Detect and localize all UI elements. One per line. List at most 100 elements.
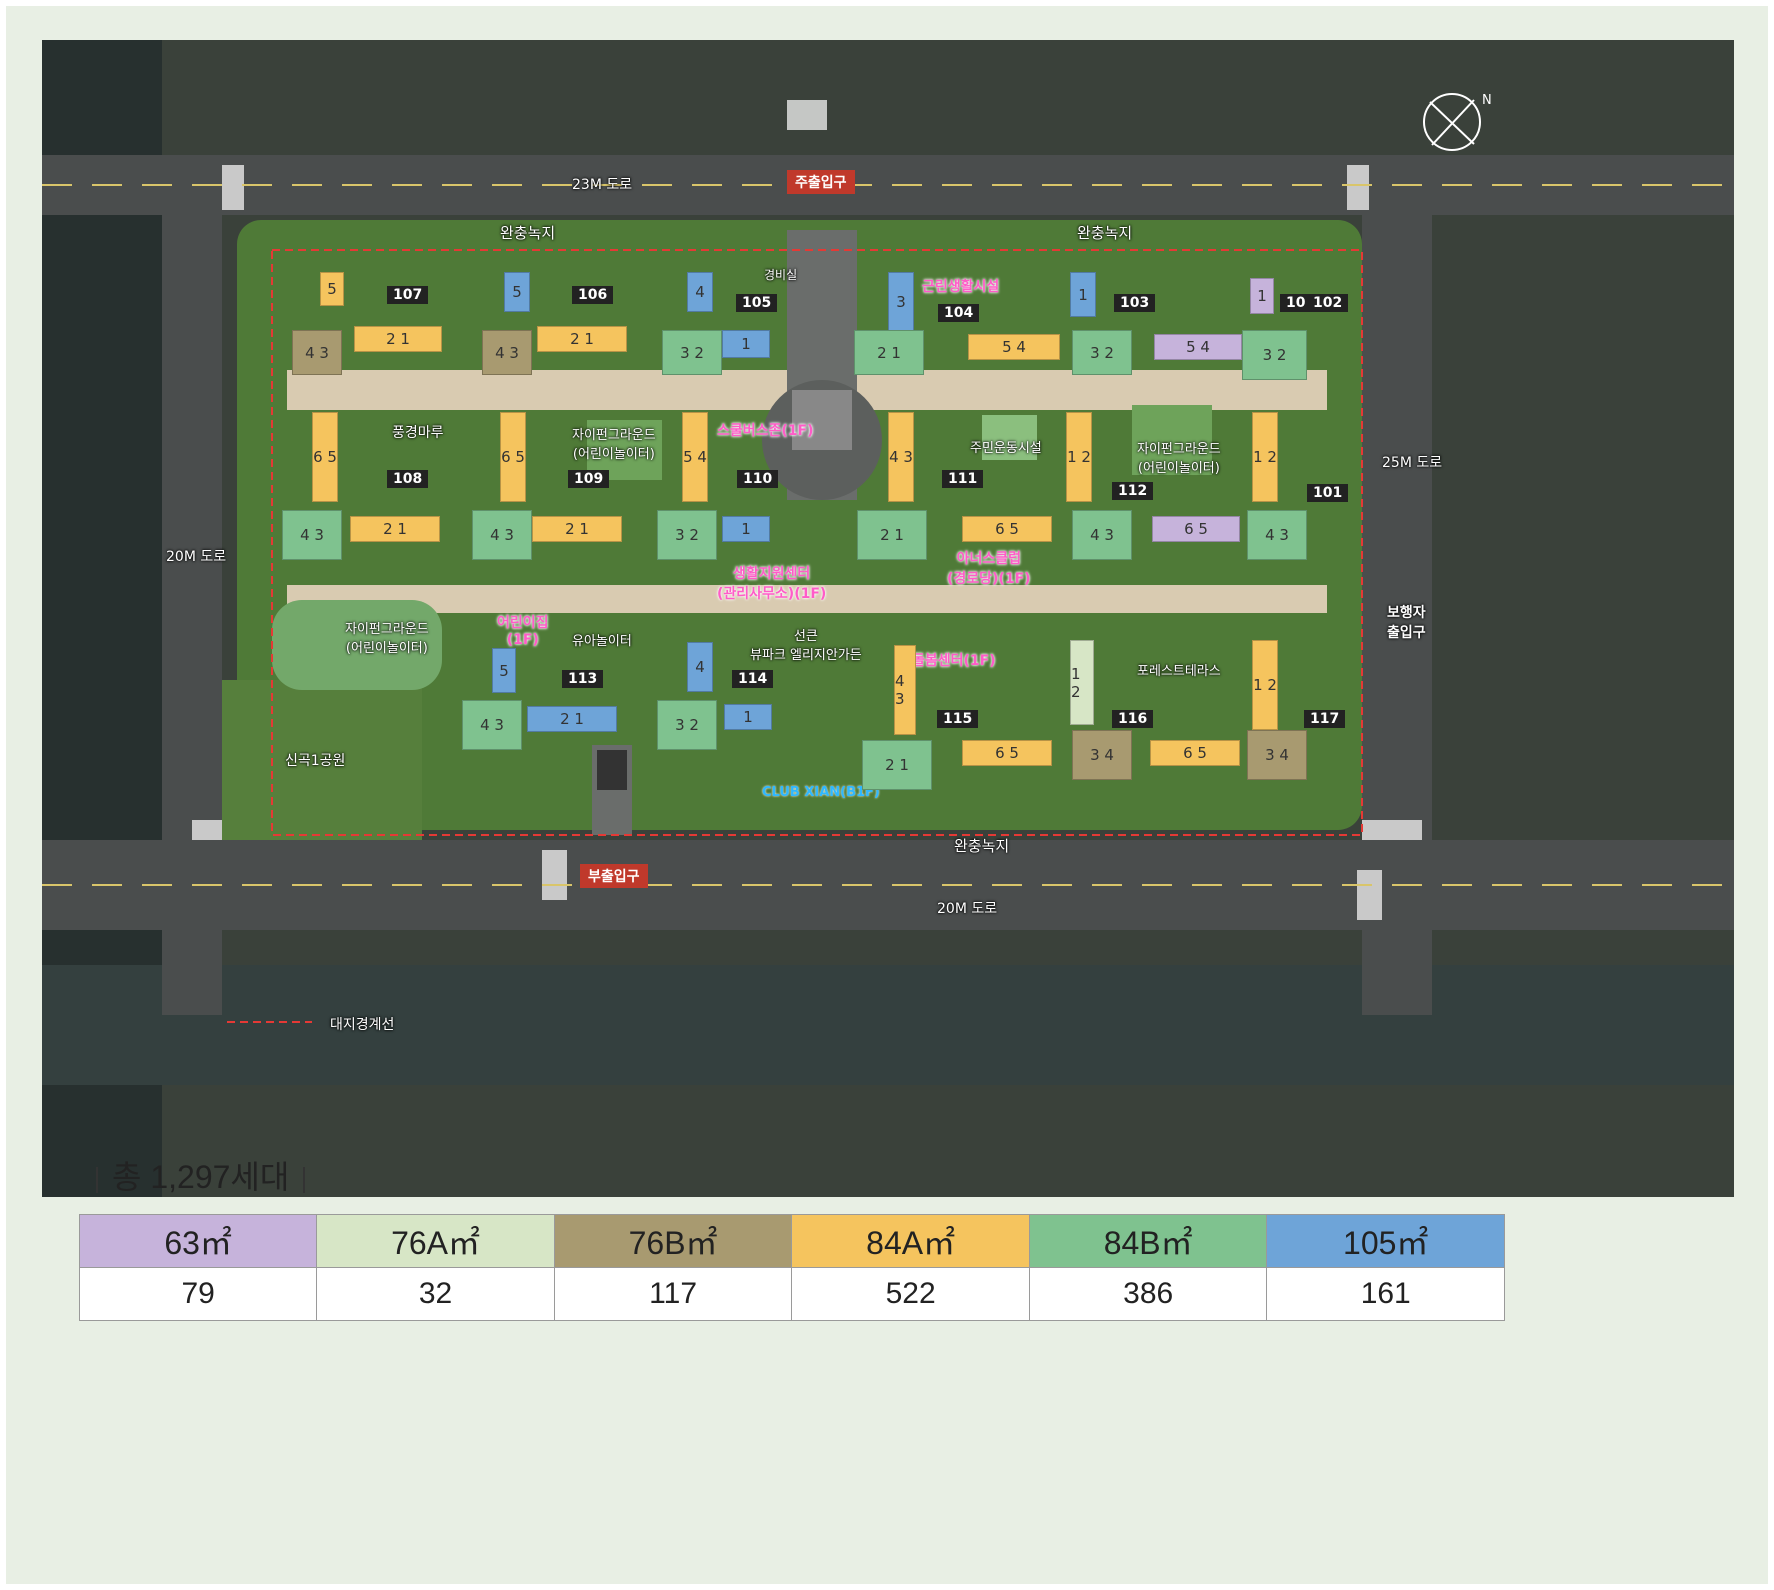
road-label-east: 25M 도로 xyxy=(1382,455,1443,471)
total-households: 총 1,297세대 xyxy=(82,1152,319,1198)
unit-type-header-row: 63㎡ 76A㎡ 76B㎡ 84A㎡ 84B㎡ 105㎡ xyxy=(78,1214,1505,1268)
unit-type-header: 84A㎡ xyxy=(791,1214,1030,1268)
building-number: 106 xyxy=(572,286,614,304)
building-number: 114 xyxy=(732,670,774,688)
building-number: 108 xyxy=(387,470,429,488)
unit-block: 5 4 xyxy=(968,334,1060,360)
unit-type-header: 84B㎡ xyxy=(1028,1214,1268,1268)
sub-entrance-label: 부출입구 xyxy=(580,864,648,888)
unit-block: 2 1 xyxy=(527,706,617,732)
unit-block: 2 1 xyxy=(537,326,627,352)
unit-block: 1 xyxy=(1070,272,1096,317)
daycare-label: 어린이집 (1F) xyxy=(497,615,549,648)
unit-count-row: 79 32 117 522 386 161 xyxy=(78,1267,1505,1321)
unit-block: 4 3 xyxy=(1247,510,1307,560)
road-label-north: 23M 도로 xyxy=(572,177,633,193)
divider xyxy=(303,1166,306,1193)
building-number: 109 xyxy=(568,470,610,488)
unit-block: 1 xyxy=(722,330,770,358)
unit-block: 6 5 xyxy=(500,412,526,502)
unit-block: 1 2 xyxy=(1252,412,1278,502)
unit-block: 1 xyxy=(724,704,772,730)
building-number: 102 xyxy=(1307,294,1349,312)
building-number: 103 xyxy=(1114,294,1156,312)
unit-type-header: 76A㎡ xyxy=(316,1214,555,1268)
buffer-green-label: 완충녹지 xyxy=(954,837,1010,855)
building-number: 105 xyxy=(736,294,778,312)
unit-type-header: 63㎡ xyxy=(78,1214,318,1268)
unit-block: 4 3 xyxy=(1072,510,1132,560)
forest-terrace-label: 포레스트테라스 xyxy=(1137,664,1221,679)
unit-block: 2 1 xyxy=(854,330,924,375)
toddler-playground-label: 유아놀이터 xyxy=(572,634,632,649)
total-text: 총 1,297세대 xyxy=(112,1159,290,1195)
unit-type-header: 105㎡ xyxy=(1266,1214,1505,1268)
unit-block: 1 2 xyxy=(1252,640,1278,730)
unit-block: 3 xyxy=(888,272,914,332)
unit-block: 4 xyxy=(687,642,713,692)
map-ground: N xyxy=(42,40,1734,1197)
unit-type-table: 63㎡ 76A㎡ 76B㎡ 84A㎡ 84B㎡ 105㎡ 79 32 117 5… xyxy=(78,1214,1505,1321)
unit-block: 2 1 xyxy=(857,510,927,560)
building-number: 101 xyxy=(1307,484,1349,502)
unit-block: 3 2 xyxy=(1242,330,1307,380)
unit-block: 4 3 xyxy=(482,330,532,375)
buffer-green-label: 완충녹지 xyxy=(500,224,556,242)
unit-block: 3 2 xyxy=(657,700,717,750)
building-number: 113 xyxy=(562,670,604,688)
unit-block: 1 xyxy=(1250,278,1274,314)
unit-block: 2 1 xyxy=(532,516,622,542)
unit-block: 3 4 xyxy=(1247,730,1307,780)
main-entrance-label: 주출입구 xyxy=(787,170,855,194)
unit-block: 5 4 xyxy=(1154,334,1242,360)
building-number: 112 xyxy=(1112,482,1154,500)
unit-block: 4 3 xyxy=(888,412,914,502)
playground-label: 자이펀그라운드 (어린이놀이터) xyxy=(1137,442,1221,476)
unit-block: 6 5 xyxy=(1150,740,1240,766)
divider xyxy=(96,1166,98,1193)
unit-block: 4 3 xyxy=(472,510,532,560)
unit-block: 1 2 xyxy=(1066,412,1092,502)
boundary-legend-label: 대지경계선 xyxy=(330,1017,395,1033)
unit-block: 5 4 xyxy=(682,412,708,502)
page-background: N 23M 도로 20M 도로 20M 도로 25M 도로 완충녹지 완충녹지 … xyxy=(6,6,1768,1584)
unit-block: 5 xyxy=(320,272,344,306)
building-number: 107 xyxy=(387,286,429,304)
playground-label: 자이펀그라운드 (어린이놀이터) xyxy=(572,428,656,462)
unit-block: 2 1 xyxy=(354,326,442,352)
landscape-label: 풍경마루 xyxy=(392,425,444,441)
unit-count: 522 xyxy=(791,1267,1030,1321)
building-number: 115 xyxy=(937,710,979,728)
unit-block: 5 xyxy=(492,648,516,693)
unit-count: 32 xyxy=(316,1267,555,1321)
unit-block: 4 3 xyxy=(462,700,522,750)
unit-block: 1 2 xyxy=(1070,640,1094,725)
playground-label: 자이펀그라운드 (어린이놀이터) xyxy=(345,622,429,656)
unit-block: 6 5 xyxy=(962,740,1052,766)
unit-block: 6 5 xyxy=(1152,516,1240,542)
unit-block: 6 5 xyxy=(312,412,338,502)
buffer-green-label: 완충녹지 xyxy=(1077,224,1133,242)
unit-count: 386 xyxy=(1028,1267,1268,1321)
unit-block: 3 2 xyxy=(1072,330,1132,375)
pedestrian-entrance-label: 보행자 출입구 xyxy=(1387,605,1426,641)
building-number: 116 xyxy=(1112,710,1154,728)
retail-facility-label: 근린생활시설 xyxy=(922,279,1000,295)
unit-block: 4 3 xyxy=(894,645,916,735)
site-plan-map: N 23M 도로 20M 도로 20M 도로 25M 도로 완충녹지 완충녹지 … xyxy=(42,40,1734,1197)
unit-block: 4 xyxy=(687,272,713,312)
care-center-label: 돌봄센터(1F) xyxy=(912,653,996,669)
building-number: 104 xyxy=(938,304,980,322)
unit-block: 1 xyxy=(722,516,770,542)
senior-club-label: 아너스클럽 (경로당)(1F) xyxy=(947,551,1031,587)
unit-block: 3 4 xyxy=(1072,730,1132,780)
unit-block: 3 2 xyxy=(662,330,722,375)
fitness-label: 주민운동시설 xyxy=(970,441,1042,456)
school-bus-zone-label: 스쿨버스존(1F) xyxy=(717,423,814,439)
guard-label: 경비실 xyxy=(764,268,798,282)
unit-block: 4 3 xyxy=(292,330,342,375)
building-number: 111 xyxy=(942,470,984,488)
unit-count: 117 xyxy=(553,1267,793,1321)
unit-type-header: 76B㎡ xyxy=(553,1214,793,1268)
sunken-garden-label: 선큰 뷰파크 엘리지안가든 xyxy=(750,629,862,663)
